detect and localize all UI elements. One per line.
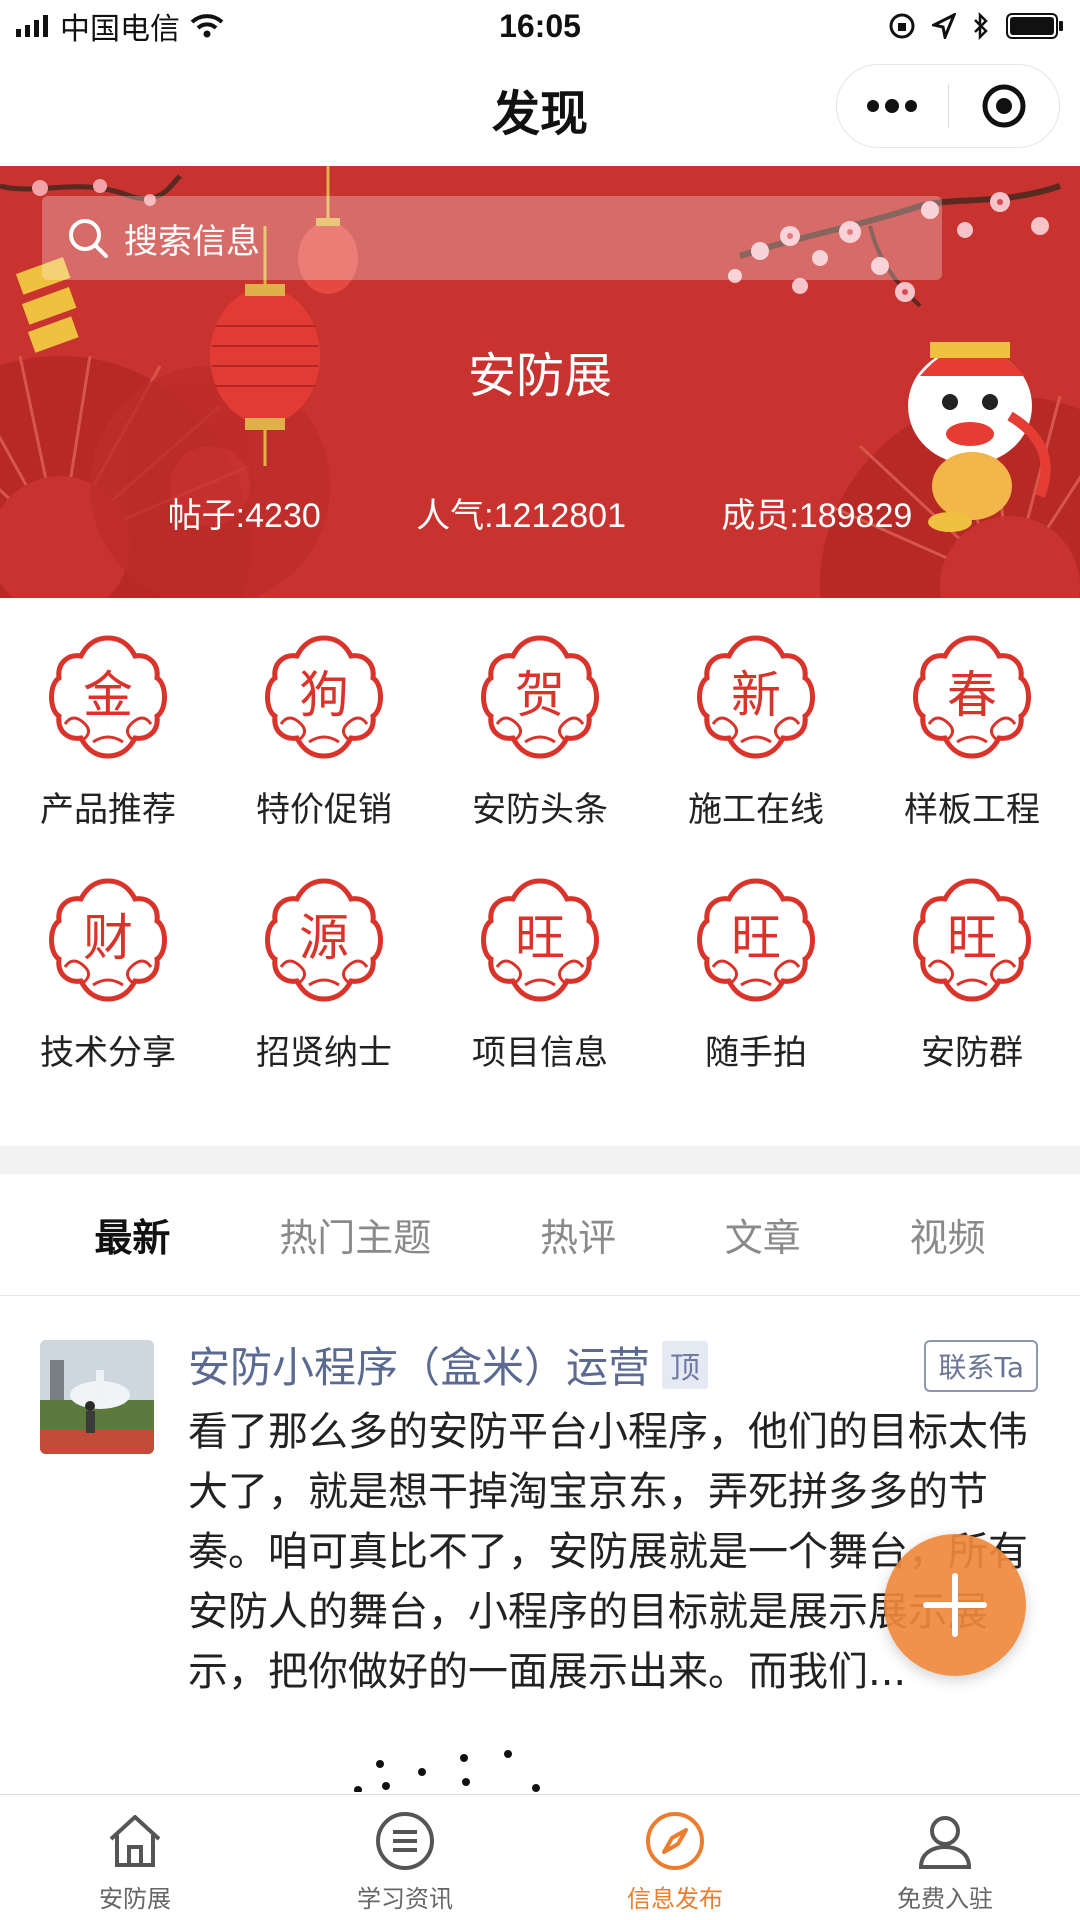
papercut-badge-icon: 春 [913, 635, 1031, 759]
compass-icon [646, 1812, 704, 1870]
target-icon [982, 84, 1026, 128]
hero-banner: 搜索信息 安防展 帖子:4230 人气:1212801 成员:189829 [0, 166, 1080, 598]
section-separator [0, 1146, 1080, 1174]
grid-item-recruit[interactable]: 源 招贤纳士 [216, 875, 432, 1074]
tab-latest[interactable]: 最新 [94, 1207, 170, 1262]
tab-articles[interactable]: 文章 [725, 1207, 801, 1262]
grid-item-showcase[interactable]: 春 样板工程 [864, 632, 1080, 831]
grid-item-construction[interactable]: 新 施工在线 [648, 632, 864, 831]
tab-hot-topics[interactable]: 热门主题 [279, 1207, 431, 1262]
stat-popularity: 人气:1212801 [416, 497, 626, 535]
wifi-icon [190, 14, 224, 38]
tabbar-label: 学习资讯 [357, 1885, 453, 1913]
svg-text:旺: 旺 [947, 909, 997, 967]
tab-videos[interactable]: 视频 [910, 1207, 986, 1262]
battery-icon [1006, 13, 1063, 39]
grid-label: 随手拍 [705, 1033, 807, 1073]
papercut-badge-icon: 金 [49, 635, 167, 759]
mini-program-capsule [836, 64, 1060, 148]
author-name[interactable]: 安防小程序（盒米）运营 [188, 1334, 650, 1395]
svg-text:源: 源 [299, 909, 349, 967]
add-post-button[interactable] [884, 1534, 1026, 1676]
grid-label: 项目信息 [472, 1033, 608, 1073]
grid-item-groups[interactable]: 旺 安防群 [864, 875, 1080, 1074]
search-icon [69, 219, 108, 258]
papercut-badge-icon: 旺 [913, 878, 1031, 1002]
papercut-badge-icon: 财 [49, 878, 167, 1002]
svg-text:贺: 贺 [515, 666, 565, 724]
grid-item-projects[interactable]: 旺 项目信息 [432, 875, 648, 1074]
post-author: 安防小程序（盒米）运营 顶 [188, 1334, 709, 1395]
tabbar-item-join[interactable]: 免费入驻 [845, 1795, 1045, 1914]
papercut-badge-icon: 贺 [481, 635, 599, 759]
svg-text:财: 财 [83, 909, 133, 967]
more-button[interactable] [837, 65, 948, 147]
tabbar-label: 安防展 [99, 1885, 171, 1913]
avatar-photo [40, 1340, 154, 1454]
papercut-badge-icon: 新 [697, 635, 815, 759]
search-bar[interactable]: 搜索信息 [42, 196, 942, 280]
tabbar-label: 免费入驻 [897, 1885, 993, 1913]
feed-tabs: 最新 热门主题 热评 文章 视频 [0, 1174, 1080, 1296]
stat-posts: 帖子:4230 [167, 497, 321, 535]
status-left: 中国电信 [16, 4, 224, 48]
location-icon [932, 13, 956, 39]
grid-label: 技术分享 [40, 1033, 176, 1073]
stat-members: 成员:189829 [721, 497, 913, 535]
orientation-lock-icon [889, 13, 915, 39]
tabbar-item-publish[interactable]: 信息发布 [575, 1795, 775, 1914]
signal-icon [16, 15, 48, 37]
banner-title: 安防展 [467, 348, 612, 404]
tabbar-label: 信息发布 [627, 1885, 723, 1913]
grid-item-tech-share[interactable]: 财 技术分享 [0, 875, 216, 1074]
page-title: 发现 [491, 86, 588, 142]
contact-button[interactable]: 联系Ta [924, 1340, 1038, 1392]
search-placeholder: 搜索信息 [124, 221, 260, 262]
tabbar-item-home[interactable]: 安防展 [35, 1795, 235, 1914]
papercut-badge-icon: 旺 [481, 878, 599, 1002]
svg-text:旺: 旺 [515, 909, 565, 967]
carrier-label: 中国电信 [60, 13, 180, 46]
svg-text:金: 金 [83, 666, 133, 724]
pinned-badge: 顶 [662, 1340, 709, 1389]
tabbar-item-learning[interactable]: 学习资讯 [305, 1795, 505, 1914]
papercut-badge-icon: 旺 [697, 878, 815, 1002]
svg-text:春: 春 [947, 666, 997, 724]
user-icon [918, 1816, 972, 1869]
banner-stats: 帖子:4230 人气:1212801 成员:189829 [0, 488, 1080, 537]
grid-label: 产品推荐 [40, 790, 176, 830]
svg-text:狗: 狗 [299, 666, 349, 724]
bottom-tab-bar: 安防展 学习资讯 信息发布 免费入驻 [0, 1794, 1080, 1920]
grid-label: 招贤纳士 [256, 1033, 392, 1073]
grid-label: 安防头条 [472, 790, 608, 830]
grid-label: 特价促销 [256, 790, 392, 830]
grid-label: 样板工程 [904, 790, 1040, 830]
home-icon [109, 1815, 161, 1867]
avatar[interactable] [40, 1340, 154, 1454]
grid-item-snapshot[interactable]: 旺 随手拍 [648, 875, 864, 1074]
app-page: 中国电信 16:05 发现 搜索信息 安防展 帖子:4230 人气:121280… [0, 0, 1080, 1920]
grid-item-product[interactable]: 金 产品推荐 [0, 632, 216, 831]
status-bar: 中国电信 16:05 [0, 0, 1080, 52]
papercut-badge-icon: 源 [265, 878, 383, 1002]
svg-text:新: 新 [731, 666, 781, 724]
grid-item-promotion[interactable]: 狗 特价促销 [216, 632, 432, 831]
grid-label: 施工在线 [688, 790, 824, 830]
category-grid: 金 产品推荐 狗 特价促销 贺 安防头条 新 施工在线 春 样板工程 财 技术分… [0, 632, 1080, 1074]
papercut-badge-icon: 狗 [265, 635, 383, 759]
plus-icon [923, 1573, 987, 1637]
grid-item-headlines[interactable]: 贺 安防头条 [432, 632, 648, 831]
svg-text:旺: 旺 [731, 909, 781, 967]
grid-label: 安防群 [921, 1033, 1023, 1073]
list-icon [376, 1812, 434, 1870]
bluetooth-icon [974, 12, 988, 40]
tab-hot-comments[interactable]: 热评 [540, 1207, 616, 1262]
more-dots-icon [867, 99, 918, 113]
status-right [888, 12, 1064, 40]
close-program-button[interactable] [949, 65, 1060, 147]
loading-spinner-icon [354, 1750, 540, 1792]
nav-bar: 发现 [0, 52, 1080, 166]
